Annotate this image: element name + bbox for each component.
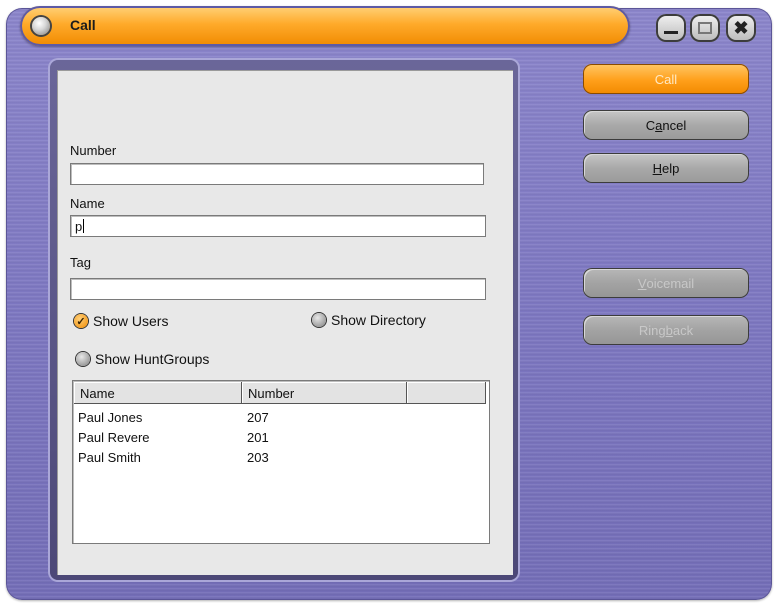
column-header-extra[interactable] (407, 382, 486, 404)
minimize-button[interactable] (656, 14, 686, 42)
maximize-button[interactable] (690, 14, 720, 42)
help-button[interactable]: Help (583, 153, 749, 183)
show-directory-checkbox[interactable]: Show Directory (312, 312, 426, 328)
show-huntgroups-label: Show HuntGroups (95, 351, 210, 367)
voicemail-label-post: oicemail (646, 275, 695, 291)
name-field[interactable]: p (70, 215, 486, 237)
cancel-label-pre: C (645, 117, 656, 133)
ringback-label-post: ack (672, 322, 694, 338)
close-icon: ✖ (733, 18, 749, 38)
number-label: Number (70, 143, 117, 158)
column-header-name[interactable]: Name (74, 382, 242, 404)
help-mnemonic: H (652, 160, 663, 176)
list-item-number: 203 (247, 450, 269, 465)
voicemail-button[interactable]: Voicemail (583, 268, 749, 298)
ringback-label-pre: Ring (638, 322, 666, 338)
list-item-number: 201 (247, 430, 269, 445)
title-bar[interactable]: Call (20, 6, 630, 46)
show-users-label: Show Users (93, 313, 169, 329)
cancel-button[interactable]: Ca ncel (583, 110, 749, 140)
help-label-post: elp (662, 160, 680, 176)
text-caret (83, 219, 85, 233)
checkmark-icon: ✓ (74, 314, 88, 328)
close-button[interactable]: ✖ (726, 14, 756, 42)
show-huntgroups-checkbox[interactable]: Show HuntGroups (76, 351, 209, 367)
number-field[interactable] (70, 163, 484, 185)
cancel-mnemonic: a (655, 117, 663, 133)
window-title: Call (70, 17, 96, 33)
window-orb-icon[interactable] (32, 17, 50, 35)
show-directory-label: Show Directory (331, 312, 426, 328)
cancel-label-post: ncel (662, 117, 687, 133)
ringback-mnemonic: b (665, 322, 673, 338)
tag-field[interactable] (70, 278, 486, 300)
voicemail-mnemonic: V (637, 275, 647, 291)
column-header-number[interactable]: Number (242, 382, 407, 404)
name-field-value: p (75, 219, 83, 234)
list-item-name: Paul Jones (78, 410, 143, 425)
list-item-name: Paul Smith (78, 450, 141, 465)
list-item-number: 207 (247, 410, 269, 425)
list-item-name: Paul Revere (78, 430, 150, 445)
unchecked-orb-icon (76, 352, 90, 366)
unchecked-orb-icon (312, 313, 326, 327)
list-header: Name Number (74, 382, 488, 404)
call-button[interactable]: Call (583, 64, 749, 94)
ringback-button[interactable]: Ring b ack (583, 315, 749, 345)
tag-label: Tag (70, 255, 91, 270)
name-label: Name (70, 196, 105, 211)
results-list[interactable]: Name Number Paul Jones 207 Paul Revere 2… (72, 380, 490, 544)
show-users-checkbox[interactable]: ✓ Show Users (74, 313, 168, 329)
maximize-icon (698, 22, 712, 34)
minimize-icon (664, 30, 678, 34)
